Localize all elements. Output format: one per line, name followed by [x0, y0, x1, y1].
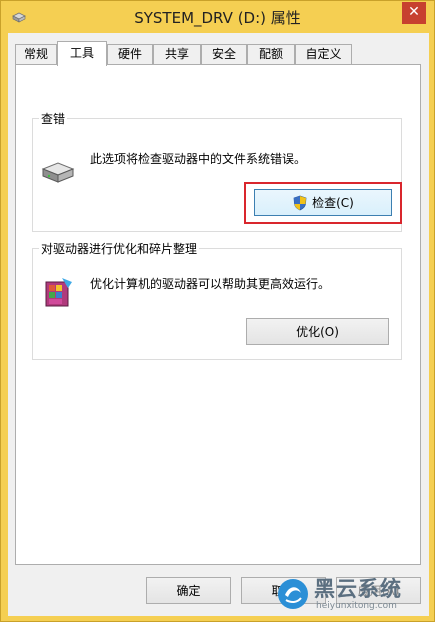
- properties-window: SYSTEM_DRV (D:) 属性 ✕ 常规 工具 硬件 共享 安全 配额 自…: [0, 0, 435, 622]
- uac-shield-icon: [293, 195, 307, 210]
- check-button-label: 检查(C): [312, 196, 354, 210]
- watermark: 黑云系统 heiyunxitong.com: [276, 573, 426, 615]
- tab-quota[interactable]: 配额: [247, 44, 295, 65]
- defrag-icon: [45, 278, 72, 307]
- tab-customize[interactable]: 自定义: [295, 44, 352, 65]
- optimize-title: 对驱动器进行优化和碎片整理: [39, 240, 200, 257]
- window-title: SYSTEM_DRV (D:) 属性: [134, 9, 301, 27]
- error-check-description: 此选项将检查驱动器中的文件系统错误。: [90, 152, 307, 166]
- tools-panel: 查错 此选项将检查驱动器中的文件系统错误。 检查(C) 对驱动器进行优化和碎片整…: [15, 64, 421, 565]
- hard-drive-icon: [41, 162, 75, 183]
- watermark-url: heiyunxitong.com: [316, 601, 397, 611]
- watermark-logo-icon: [278, 579, 308, 609]
- error-check-title: 查错: [39, 110, 68, 127]
- tab-security[interactable]: 安全: [201, 44, 247, 65]
- tab-hardware[interactable]: 硬件: [107, 44, 153, 65]
- tab-sharing[interactable]: 共享: [153, 44, 201, 65]
- optimize-button[interactable]: 优化(O): [246, 318, 389, 345]
- tab-general[interactable]: 常规: [15, 44, 57, 65]
- check-button[interactable]: 检查(C): [254, 189, 392, 216]
- close-button[interactable]: ✕: [402, 2, 426, 24]
- ok-button[interactable]: 确定: [146, 577, 231, 604]
- title-bar[interactable]: SYSTEM_DRV (D:) 属性 ✕: [1, 1, 434, 33]
- tab-strip: 常规 工具 硬件 共享 安全 配额 自定义: [15, 41, 421, 66]
- dialog-client: 常规 工具 硬件 共享 安全 配额 自定义 查错 此选项将检查驱动器中的文件系统…: [8, 33, 429, 616]
- tab-tools[interactable]: 工具: [57, 41, 107, 66]
- optimize-description: 优化计算机的驱动器可以帮助其更高效运行。: [90, 277, 331, 291]
- watermark-brand: 黑云系统: [314, 577, 402, 601]
